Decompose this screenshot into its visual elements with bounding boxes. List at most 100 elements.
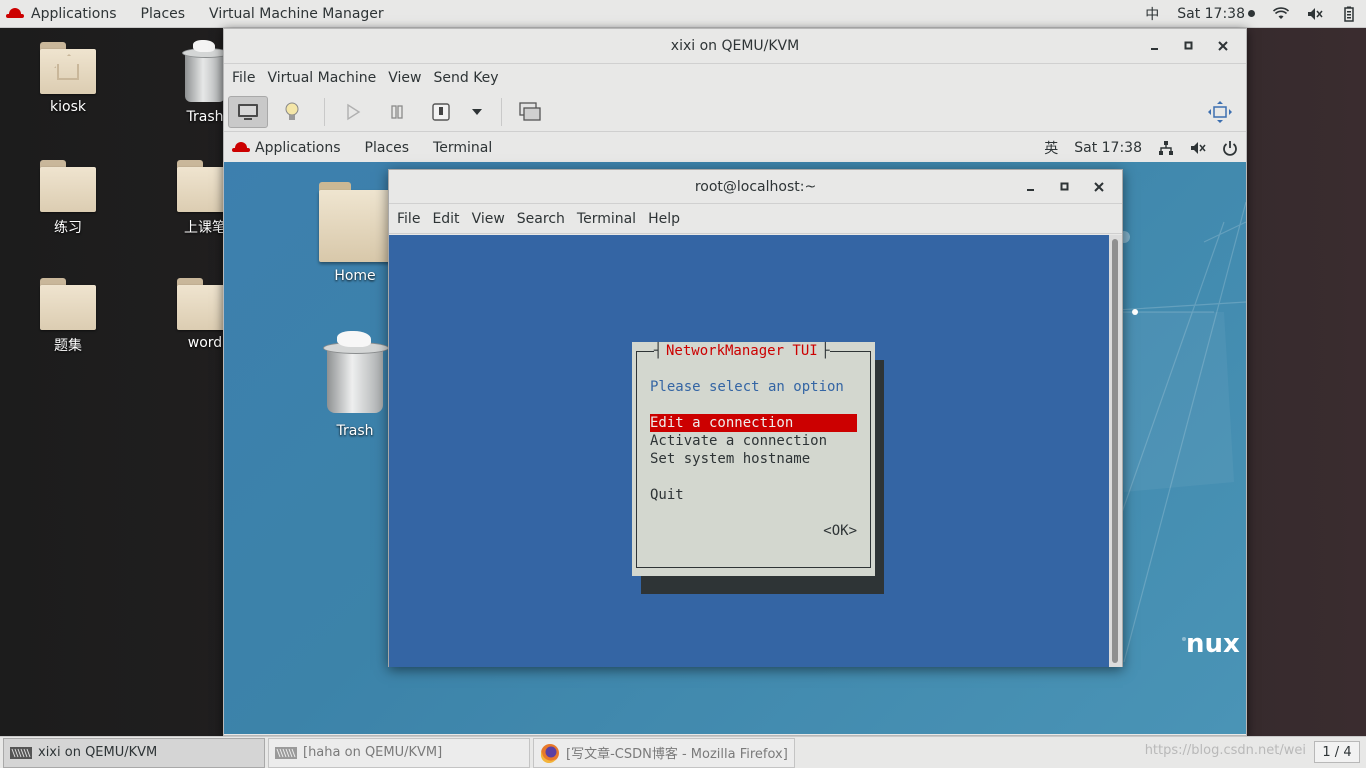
redhat-logo-icon bbox=[232, 142, 250, 154]
nmtui-ok-button[interactable]: <OK> bbox=[823, 522, 857, 540]
taskbar-item-firefox[interactable]: [写文章-CSDN博客 - Mozilla Firefox] bbox=[533, 737, 795, 768]
maximize-button[interactable] bbox=[1172, 33, 1206, 59]
fullscreen-button[interactable] bbox=[1200, 96, 1240, 128]
nmtui-title: NetworkManager TUI bbox=[654, 342, 830, 360]
taskbar-item-label: [写文章-CSDN博客 - Mozilla Firefox] bbox=[566, 747, 788, 762]
terminal-menu-file[interactable]: File bbox=[391, 211, 426, 227]
desktop-icon-label: kiosk bbox=[50, 99, 86, 115]
shutdown-button[interactable] bbox=[421, 96, 461, 128]
terminal-screen[interactable]: NetworkManager TUI Please select an opti… bbox=[389, 235, 1110, 667]
terminal-titlebar[interactable]: root@localhost:~ bbox=[389, 170, 1122, 204]
minimize-icon bbox=[1151, 48, 1158, 50]
vm-menu-send-key[interactable]: Send Key bbox=[427, 70, 504, 86]
csdn-watermark: https://blog.csdn.net/wei bbox=[1144, 743, 1306, 758]
details-button[interactable] bbox=[272, 96, 312, 128]
terminal-menu-terminal[interactable]: Terminal bbox=[571, 211, 642, 227]
vm-menu-view[interactable]: View bbox=[382, 70, 427, 86]
host-places-menu[interactable]: Places bbox=[129, 0, 198, 28]
console-button[interactable] bbox=[228, 95, 268, 128]
close-button[interactable] bbox=[1206, 33, 1240, 59]
folder-icon bbox=[40, 160, 96, 212]
desktop-icon-kiosk[interactable]: kiosk bbox=[18, 42, 118, 115]
guest-top-bar: Applications Places Terminal 英 Sat 17:38 bbox=[224, 134, 1246, 162]
snapshots-button[interactable] bbox=[510, 96, 550, 128]
trash-icon bbox=[182, 40, 230, 102]
maximize-icon bbox=[1184, 41, 1193, 50]
host-app-menu[interactable]: Virtual Machine Manager bbox=[197, 0, 396, 28]
minimize-icon bbox=[1027, 188, 1034, 191]
maximize-icon bbox=[1060, 182, 1069, 190]
guest-icon-label: Trash bbox=[336, 423, 374, 439]
rhel-brand-text: nux bbox=[1186, 629, 1240, 659]
wifi-icon[interactable] bbox=[1264, 6, 1298, 22]
desktop-icon-label: 题集 bbox=[54, 338, 82, 354]
nmtui-option-edit-connection[interactable]: Edit a connection bbox=[650, 414, 857, 432]
terminal-minimize-button[interactable] bbox=[1014, 174, 1048, 200]
terminal-close-button[interactable] bbox=[1082, 174, 1116, 200]
shutdown-icon bbox=[432, 102, 450, 121]
host-clock-label: Sat 17:38 bbox=[1177, 5, 1245, 22]
host-taskbar: xixi on QEMU/KVM [haha on QEMU/KVM] [写文章… bbox=[0, 736, 1366, 768]
nmtui-option-activate-connection[interactable]: Activate a connection bbox=[650, 432, 857, 450]
terminal-menu-help[interactable]: Help bbox=[642, 211, 686, 227]
terminal-menu-view[interactable]: View bbox=[466, 211, 511, 227]
terminal-menu-edit[interactable]: Edit bbox=[426, 211, 465, 227]
host-applications-menu[interactable]: Applications bbox=[0, 0, 129, 28]
host-input-method[interactable]: 中 bbox=[1136, 4, 1168, 24]
terminal-menubar: File Edit View Search Terminal Help bbox=[389, 204, 1122, 234]
host-clock[interactable]: Sat 17:38 bbox=[1168, 6, 1264, 22]
guest-applications-menu[interactable]: Applications bbox=[224, 140, 353, 156]
run-icon bbox=[347, 103, 361, 120]
firefox-icon bbox=[540, 743, 559, 763]
nmtui-prompt: Please select an option bbox=[650, 379, 844, 395]
terminal-scrollbar-thumb[interactable] bbox=[1112, 239, 1118, 663]
guest-applications-label: Applications bbox=[255, 140, 341, 156]
console-icon bbox=[238, 103, 258, 120]
battery-icon[interactable] bbox=[1332, 6, 1366, 22]
dropdown-arrow-icon bbox=[472, 108, 482, 115]
terminal-title: root@localhost:~ bbox=[694, 178, 817, 195]
guest-places-menu[interactable]: Places bbox=[353, 140, 422, 156]
guest-clock[interactable]: Sat 17:38 bbox=[1066, 140, 1150, 156]
nmtui-option-set-hostname[interactable]: Set system hostname bbox=[650, 450, 857, 468]
run-button[interactable] bbox=[333, 96, 373, 128]
terminal-maximize-button[interactable] bbox=[1048, 174, 1082, 200]
terminal-scrollbar[interactable] bbox=[1109, 235, 1122, 667]
vm-window-titlebar[interactable]: xixi on QEMU/KVM bbox=[224, 29, 1246, 64]
taskbar-item-label: [haha on QEMU/KVM] bbox=[303, 745, 443, 760]
snapshots-icon bbox=[519, 101, 541, 121]
volume-muted-icon[interactable] bbox=[1298, 6, 1332, 22]
taskbar-item-haha[interactable]: [haha on QEMU/KVM] bbox=[268, 737, 530, 768]
taskbar-item-xixi[interactable]: xixi on QEMU/KVM bbox=[3, 737, 265, 768]
guest-app-menu[interactable]: Terminal bbox=[421, 140, 504, 156]
nmtui-option-quit[interactable]: Quit bbox=[650, 486, 857, 504]
vm-toolbar bbox=[224, 92, 1246, 132]
toolbar-separator bbox=[324, 97, 325, 126]
desktop-icon-tiji[interactable]: 题集 bbox=[18, 278, 118, 355]
host-places-label: Places bbox=[140, 5, 186, 22]
workspace-switcher[interactable]: 1 / 4 bbox=[1314, 741, 1360, 763]
vm-window-title: xixi on QEMU/KVM bbox=[670, 38, 800, 54]
pause-icon bbox=[391, 104, 403, 119]
trash-icon bbox=[323, 331, 389, 413]
shutdown-dropdown-button[interactable] bbox=[465, 96, 489, 128]
vm-menu-virtual-machine[interactable]: Virtual Machine bbox=[261, 70, 382, 86]
power-icon[interactable] bbox=[1214, 140, 1246, 156]
guest-display[interactable]: Applications Places Terminal 英 Sat 17:38 bbox=[224, 134, 1246, 734]
host-top-bar: Applications Places Virtual Machine Mana… bbox=[0, 0, 1366, 28]
guest-icon-label: Home bbox=[334, 268, 376, 284]
vm-menu-file[interactable]: File bbox=[226, 70, 261, 86]
minimize-button[interactable] bbox=[1138, 33, 1172, 59]
terminal-menu-search[interactable]: Search bbox=[511, 211, 571, 227]
guest-volume-muted-icon[interactable] bbox=[1182, 140, 1214, 156]
fullscreen-icon bbox=[1208, 100, 1232, 123]
terminal-window: root@localhost:~ File Edit View Search T… bbox=[388, 169, 1123, 667]
nmtui-dialog: NetworkManager TUI Please select an opti… bbox=[632, 342, 875, 576]
guest-input-method[interactable]: 英 bbox=[1036, 138, 1066, 158]
virt-manager-icon bbox=[10, 746, 32, 759]
desktop-icon-label: 上课笔 bbox=[184, 220, 226, 236]
wired-network-icon[interactable] bbox=[1150, 140, 1182, 156]
desktop-icon-lianxi[interactable]: 练习 bbox=[18, 160, 118, 237]
pause-button[interactable] bbox=[377, 96, 417, 128]
host-applications-label: Applications bbox=[31, 5, 117, 22]
